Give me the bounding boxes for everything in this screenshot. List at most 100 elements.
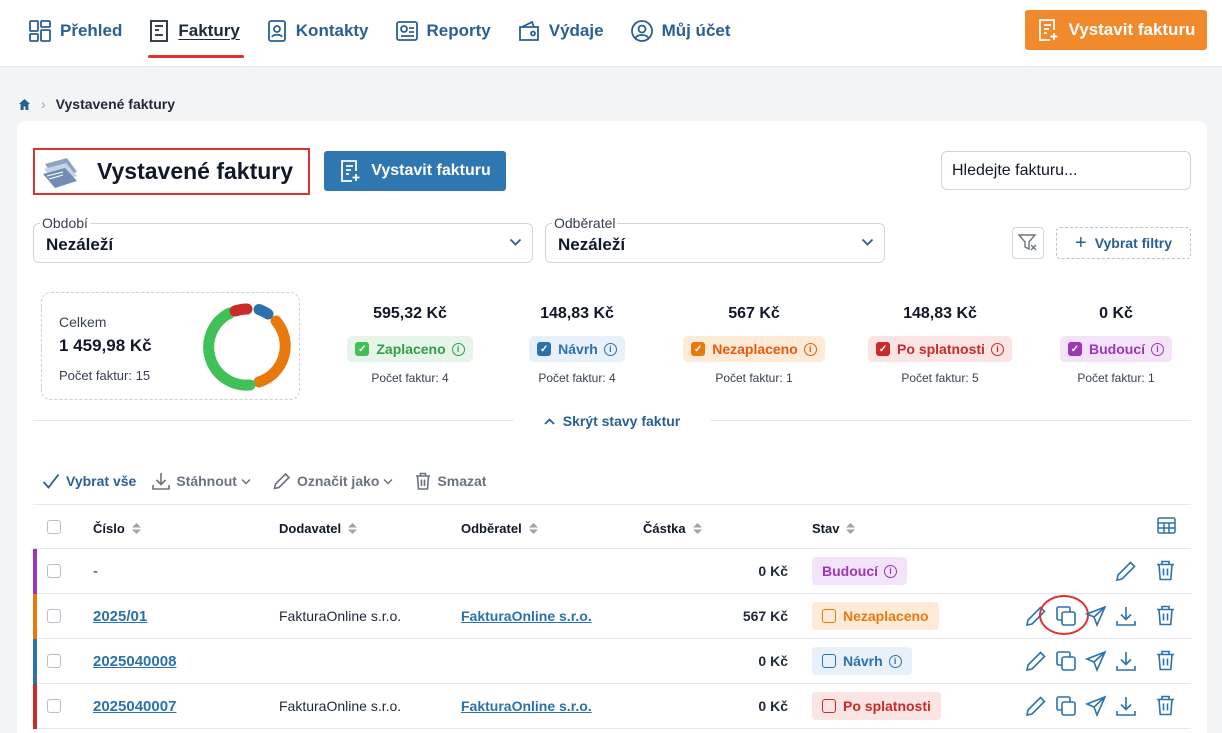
trash-icon[interactable]: [1156, 560, 1175, 581]
invoice-number-link[interactable]: 2025040008: [93, 653, 176, 670]
contact-icon: [267, 20, 286, 42]
nav-item-kontakty[interactable]: Kontakty: [266, 16, 369, 46]
send-icon[interactable]: [1085, 605, 1107, 627]
row-checkbox[interactable]: [47, 654, 61, 668]
customer-link[interactable]: FakturaOnline s.r.o.: [461, 608, 592, 624]
select-all-checkbox[interactable]: [47, 520, 61, 534]
search-input[interactable]: [941, 151, 1191, 190]
column-label: Odběratel: [461, 521, 522, 536]
status-badge-label: Nezaplaceno: [712, 341, 798, 357]
grid-icon: [29, 20, 51, 42]
column-amount[interactable]: Částka: [643, 521, 702, 536]
check-icon: ✓: [537, 342, 552, 356]
stat-amount: 595,32 Kč: [373, 305, 447, 322]
hide-states-label: Skrýt stavy faktur: [562, 413, 681, 429]
pick-filters-button[interactable]: + Vybrat filtry: [1056, 227, 1191, 259]
total-amount: 1 459,98 Kč: [59, 336, 152, 355]
stat-count: Počet faktur: 4: [538, 371, 616, 385]
row-checkbox[interactable]: [47, 699, 61, 713]
send-icon[interactable]: [1085, 650, 1107, 672]
check-icon: ✓: [876, 342, 891, 356]
chevron-down-icon: [509, 238, 522, 246]
wallet-icon: [518, 20, 539, 41]
nav-label: Můj účet: [661, 21, 731, 40]
nav-item-faktury[interactable]: Faktury: [148, 16, 245, 58]
edit-icon[interactable]: [1025, 695, 1047, 717]
row-status-bar: [33, 684, 37, 729]
column-settings-icon[interactable]: [1157, 517, 1176, 534]
stat-paid[interactable]: 595,32 Kč ✓ Zaplaceno i Počet faktur: 4: [325, 305, 495, 385]
home-icon[interactable]: [18, 98, 31, 111]
stat-unpaid[interactable]: 567 Kč ✓ Nezaplaceno i Počet faktur: 1: [669, 305, 839, 385]
table-row[interactable]: 2025040008 0 Kč Návrh i: [33, 639, 1191, 684]
download-button[interactable]: Stáhnout: [152, 472, 257, 490]
filter-clear-icon: [1018, 234, 1037, 251]
duplicate-icon[interactable]: [1055, 650, 1077, 672]
status-badge: ✓ Po splatnosti i: [868, 336, 1012, 362]
edit-icon[interactable]: [1115, 560, 1137, 582]
chevron-up-icon: [544, 417, 555, 425]
top-issue-invoice-button[interactable]: Vystavit fakturu: [1025, 10, 1207, 50]
nav-item-muj-ucet[interactable]: Můj účet: [630, 16, 731, 46]
clear-filters-button[interactable]: [1012, 227, 1044, 259]
highlight-ring: [1039, 595, 1089, 635]
stat-amount: 148,83 Kč: [540, 305, 614, 322]
user-icon: [630, 20, 653, 42]
sort-icon: [131, 523, 141, 534]
download-label: Stáhnout: [176, 473, 237, 489]
invoice-number-link[interactable]: 2025/01: [93, 608, 147, 625]
status-badge-label: Návrh: [558, 341, 598, 357]
mark-as-button[interactable]: Označit jako: [273, 472, 399, 490]
stat-future[interactable]: 0 Kč ✓ Budoucí i Počet faktur: 1: [1031, 305, 1201, 385]
stat-overdue[interactable]: 148,83 Kč ✓ Po splatnosti i Počet faktur…: [855, 305, 1025, 385]
period-select[interactable]: Období Nezáleží: [33, 215, 533, 263]
stat-draft[interactable]: 148,83 Kč ✓ Návrh i Počet faktur: 4: [492, 305, 662, 385]
delete-button[interactable]: Smazat: [415, 472, 486, 490]
invoice-amount: 567 Kč: [742, 608, 788, 624]
invoice-icon: [150, 20, 169, 42]
customer-select[interactable]: Odběratel Nezáleží: [545, 215, 885, 263]
table-row[interactable]: 2025040007 FakturaOnline s.r.o. FakturaO…: [33, 684, 1191, 729]
supplier: FakturaOnline s.r.o.: [279, 608, 402, 624]
download-icon: [152, 473, 171, 490]
column-label: Dodavatel: [279, 521, 342, 536]
trash-icon[interactable]: [1156, 605, 1175, 626]
row-status-bar: [33, 639, 37, 684]
hide-states-toggle[interactable]: Skrýt stavy faktur: [514, 411, 710, 431]
column-status[interactable]: Stav: [812, 521, 856, 536]
report-icon: [395, 21, 418, 41]
duplicate-icon[interactable]: [1055, 695, 1077, 717]
download-icon[interactable]: [1115, 605, 1137, 627]
row-checkbox[interactable]: [47, 609, 61, 623]
customer-link[interactable]: FakturaOnline s.r.o.: [461, 698, 592, 714]
edit-icon[interactable]: [1025, 650, 1047, 672]
period-label: Období: [40, 215, 90, 231]
status-donut-chart: [203, 303, 291, 391]
issue-invoice-button[interactable]: Vystavit fakturu: [324, 151, 506, 191]
nav-item-prehled[interactable]: Přehled: [28, 16, 122, 46]
trash-icon[interactable]: [1156, 650, 1175, 671]
select-all-button[interactable]: Vybrat vše: [42, 473, 136, 489]
status-badge-label: Budoucí: [1089, 341, 1145, 357]
nav-item-vydaje[interactable]: Výdaje: [517, 16, 604, 46]
total-label: Celkem: [59, 314, 107, 330]
trash-icon[interactable]: [1156, 695, 1175, 716]
send-icon[interactable]: [1085, 695, 1107, 717]
column-label: Stav: [812, 521, 840, 536]
download-icon[interactable]: [1115, 695, 1137, 717]
column-number[interactable]: Číslo: [93, 521, 141, 536]
status-badge: Budoucí i: [812, 557, 907, 585]
invoice-add-icon: [341, 160, 360, 182]
stat-count: Počet faktur: 5: [901, 371, 979, 385]
invoice-number-link[interactable]: 2025040007: [93, 698, 176, 715]
table-row[interactable]: - 0 Kč Budoucí i: [33, 549, 1191, 594]
table-row[interactable]: 2025/01 FakturaOnline s.r.o. FakturaOnli…: [33, 594, 1191, 639]
row-checkbox[interactable]: [47, 564, 61, 578]
column-supplier[interactable]: Dodavatel: [279, 521, 358, 536]
nav-item-reporty[interactable]: Reporty: [395, 16, 491, 46]
stat-count: Počet faktur: 1: [1077, 371, 1155, 385]
status-square-icon: [822, 654, 836, 668]
column-customer[interactable]: Odběratel: [461, 521, 538, 536]
total-count: Počet faktur: 15: [59, 368, 151, 383]
download-icon[interactable]: [1115, 650, 1137, 672]
